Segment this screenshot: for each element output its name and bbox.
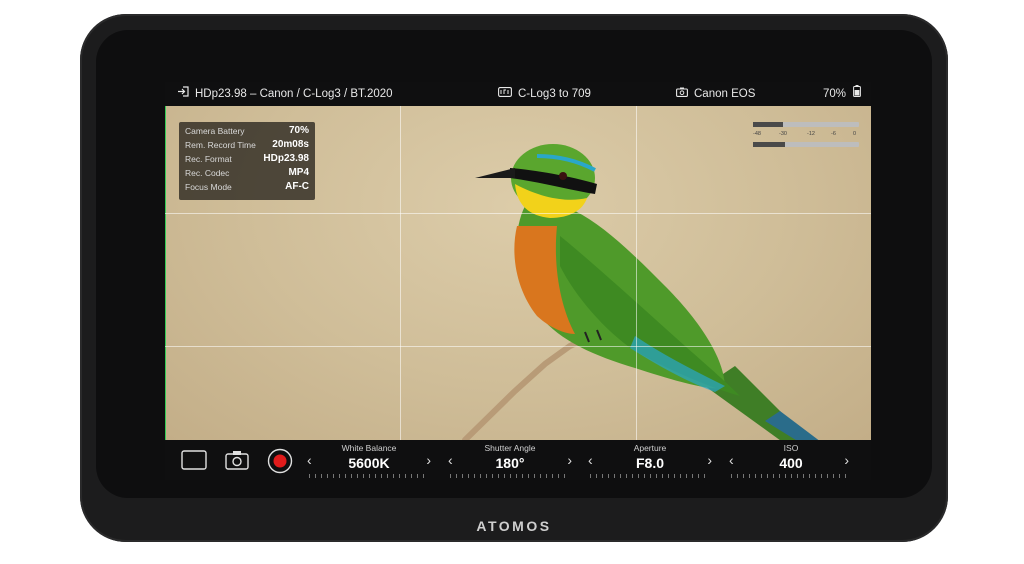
brand-logo: ATOMOS xyxy=(476,518,552,534)
white-balance-increase-button[interactable]: › xyxy=(426,452,431,468)
info-row: Focus Mode AF-C xyxy=(185,181,309,196)
edge-indicator xyxy=(165,106,166,440)
camera-info-panel: Camera Battery 70% Rem. Record Time 20m08s… xyxy=(179,122,315,200)
audio-meter-scale: -48 -30 -12 -6 0 xyxy=(753,131,859,139)
snapshot-button[interactable] xyxy=(225,450,249,475)
shutter-angle-label: Shutter Angle xyxy=(484,443,536,453)
aperture-scale xyxy=(590,474,710,478)
menu-button[interactable] xyxy=(181,450,207,475)
meter-scale-label: -12 xyxy=(807,131,815,137)
info-value: HDp23.98 xyxy=(263,153,309,164)
aperture-value: F8.0 xyxy=(635,455,664,471)
info-label: Focus Mode xyxy=(185,182,232,192)
white-balance-value: 5600K xyxy=(348,455,390,471)
iso-scale xyxy=(731,474,851,478)
bottom-control-bar: ‹ White Balance 5600K › ‹ Shutter Angle … xyxy=(165,440,871,480)
info-row: Rec. Format HDp23.98 xyxy=(185,153,309,168)
aperture-control[interactable]: ‹ Aperture F8.0 › xyxy=(580,440,720,480)
info-row: Camera Battery 70% xyxy=(185,125,309,140)
meter-scale-label: -48 xyxy=(753,131,761,137)
grid-line-vertical xyxy=(400,106,401,440)
input-source-label: HDp23.98 – Canon / C-Log3 / BT.2020 xyxy=(195,88,393,101)
camera-icon xyxy=(225,451,249,470)
lut-status[interactable]: C-Log3 to 709 xyxy=(498,82,591,106)
aperture-label: Aperture xyxy=(633,443,667,453)
info-label: Rem. Record Time xyxy=(185,140,256,150)
info-value: MP4 xyxy=(288,167,309,178)
grid-line-horizontal xyxy=(165,346,871,347)
audio-meter-channel-1 xyxy=(753,122,859,127)
record-icon xyxy=(267,448,293,474)
lut-label: C-Log3 to 709 xyxy=(518,88,591,101)
record-button[interactable] xyxy=(267,448,293,479)
audio-meters[interactable]: -48 -30 -12 -6 0 xyxy=(753,122,859,154)
info-row: Rec. Codec MP4 xyxy=(185,167,309,182)
shutter-angle-scale xyxy=(450,474,570,478)
shutter-angle-control[interactable]: ‹ Shutter Angle 180° › xyxy=(440,440,580,480)
camera-icon xyxy=(676,82,688,106)
battery-status: 70% xyxy=(823,82,862,106)
camera-status[interactable]: Canon EOS xyxy=(676,82,755,106)
battery-label: 70% xyxy=(823,88,847,101)
meter-scale-label: -6 xyxy=(831,131,836,137)
grid-line-horizontal xyxy=(165,213,871,214)
aperture-increase-button[interactable]: › xyxy=(707,452,712,468)
input-icon xyxy=(177,82,189,106)
iso-increase-button[interactable]: › xyxy=(844,452,849,468)
audio-meter-level xyxy=(753,122,783,127)
audio-meter-channel-2 xyxy=(753,142,859,147)
iso-control[interactable]: ‹ ISO 400 › xyxy=(721,440,861,480)
meter-scale-label: 0 xyxy=(853,131,857,137)
battery-icon xyxy=(853,82,862,106)
meter-scale-label: -30 xyxy=(779,131,787,137)
iso-label: ISO xyxy=(783,443,799,453)
camera-label: Canon EOS xyxy=(694,88,756,101)
iso-value: 400 xyxy=(779,455,803,471)
rectangle-icon xyxy=(181,450,207,470)
white-balance-label: White Balance xyxy=(341,443,397,453)
info-value: 20m08s xyxy=(272,139,309,150)
shutter-angle-value: 180° xyxy=(495,455,525,471)
white-balance-control[interactable]: ‹ White Balance 5600K › xyxy=(299,440,439,480)
audio-meter-level xyxy=(753,142,785,147)
info-value: AF-C xyxy=(285,181,309,192)
shutter-angle-increase-button[interactable]: › xyxy=(567,452,572,468)
info-label: Rec. Format xyxy=(185,154,232,164)
info-value: 70% xyxy=(288,125,309,136)
info-row: Rem. Record Time 20m08s xyxy=(185,139,309,154)
white-balance-scale xyxy=(309,474,429,478)
top-status-bar: HDp23.98 – Canon / C-Log3 / BT.2020 C-Lo… xyxy=(165,82,871,106)
input-source[interactable]: HDp23.98 – Canon / C-Log3 / BT.2020 xyxy=(177,82,393,106)
info-label: Rec. Codec xyxy=(185,168,230,178)
info-label: Camera Battery xyxy=(185,126,245,136)
lut-icon xyxy=(498,82,512,106)
grid-line-vertical xyxy=(636,106,637,440)
monitor-screen[interactable]: HDp23.98 – Canon / C-Log3 / BT.2020 C-Lo… xyxy=(165,82,871,480)
